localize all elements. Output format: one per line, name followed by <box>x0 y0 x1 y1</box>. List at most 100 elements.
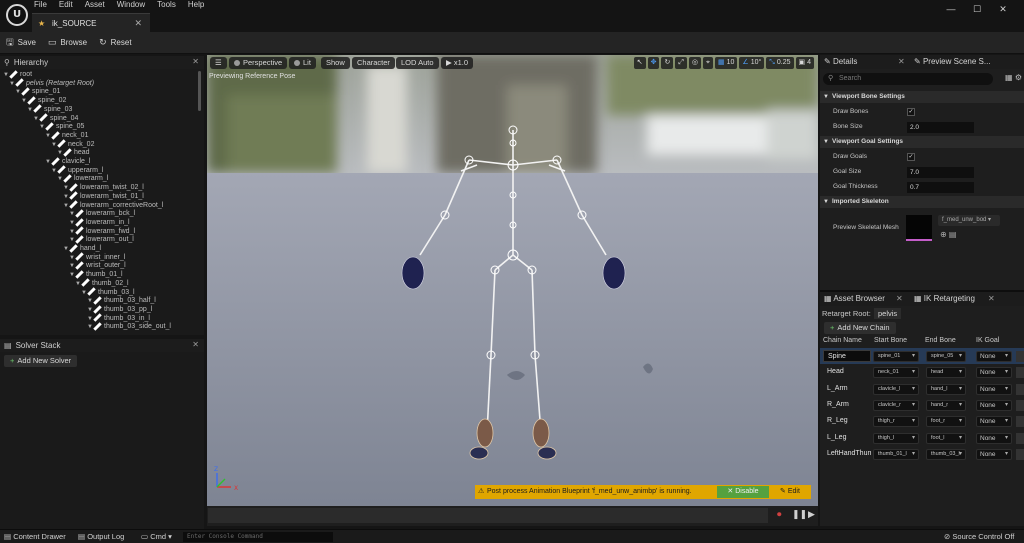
hierarchy-bone-row[interactable]: ▼ spine_01 <box>15 87 60 96</box>
menu-asset[interactable]: Asset <box>85 0 105 10</box>
camera-speed-button[interactable]: ▣ 4 <box>795 57 814 69</box>
hierarchy-bone-row[interactable]: ▼ lowerarm_out_l <box>69 235 134 244</box>
start-bone-dropdown[interactable]: thigh_l ▾ <box>873 432 919 444</box>
rotation-snap-button[interactable]: ∠ 10° <box>739 57 765 69</box>
chain-row[interactable]: Spine spine_01 ▾ spine_05 ▾ None ▾ <box>820 348 1024 364</box>
expand-arrow-icon[interactable]: ▼ <box>33 115 39 123</box>
chain-row-options-button[interactable] <box>1016 448 1024 460</box>
close-asset-browser-icon[interactable]: ✕ <box>896 292 903 306</box>
hierarchy-bone-row[interactable]: ▼ root <box>3 69 32 79</box>
hierarchy-bone-row[interactable]: ▼ lowerarm_bck_l <box>69 209 135 218</box>
chain-row[interactable]: LeftHandThumbthumb_01_l▾thumb_03_l▾None▾ <box>820 446 1024 462</box>
expand-arrow-icon[interactable]: ▼ <box>69 236 75 244</box>
cmd-button[interactable]: ▭ Cmd ▾ <box>141 532 172 541</box>
hierarchy-bone-row[interactable]: ▼ spine_04 <box>33 113 78 123</box>
close-tab-icon[interactable]: ✕ <box>134 18 142 29</box>
bone-size-input[interactable]: 2.0 <box>907 122 974 133</box>
hierarchy-bone-row[interactable]: ▼ pelvis (Retarget Root) <box>9 78 94 88</box>
start-bone-dropdown[interactable]: neck_01 ▾ <box>873 367 919 379</box>
chain-row[interactable]: R_Arm clavicle_r ▾ hand_r ▾ None ▾ <box>820 397 1024 413</box>
ik-goal-dropdown[interactable]: None ▾ <box>976 448 1012 460</box>
hierarchy-bone-row[interactable]: ▼ thumb_03_side_out_l <box>87 322 171 331</box>
chain-row-options-button[interactable] <box>1016 399 1024 411</box>
grid-snap-button[interactable]: ▦ 10 <box>714 57 738 69</box>
hierarchy-bone-row[interactable]: ▼ wrist_inner_l <box>69 252 125 262</box>
expand-arrow-icon[interactable]: ▼ <box>69 210 75 218</box>
goal-size-input[interactable]: 7.0 <box>907 167 974 178</box>
lod-button[interactable]: LOD Auto <box>396 57 439 69</box>
tab-ik-retargeting[interactable]: ▦ IK Retargeting <box>914 292 975 306</box>
hierarchy-bone-row[interactable]: ▼ lowerarm_correctiveRoot_l <box>63 200 163 210</box>
goal-thickness-input[interactable]: 0.7 <box>907 182 974 193</box>
solver-stack-header[interactable]: ▤ Solver Stack ✕ <box>0 339 204 352</box>
hierarchy-bone-row[interactable]: ▼ lowerarm_fwd_l <box>69 226 135 236</box>
chain-name-field[interactable]: L_Arm <box>823 383 871 395</box>
chain-row[interactable]: L_Arm clavicle_l ▾ hand_l ▾ None ▾ <box>820 381 1024 397</box>
start-bone-dropdown[interactable]: spine_01 ▾ <box>873 351 919 362</box>
start-bone-dropdown[interactable]: thumb_01_l ▾ <box>873 448 919 460</box>
chain-row-options-button[interactable] <box>1016 383 1024 395</box>
expand-arrow-icon[interactable]: ▼ <box>51 167 57 175</box>
hierarchy-bone-row[interactable]: ▼ spine_05 <box>39 122 84 131</box>
hierarchy-bone-row[interactable]: ▼ thumb_03_in_l <box>87 313 150 323</box>
tab-asset-browser[interactable]: ▦ Asset Browser <box>824 292 885 306</box>
viewport-menu-button[interactable]: ☰ <box>210 57 227 69</box>
menu-edit[interactable]: Edit <box>59 0 73 10</box>
surface-snap-icon[interactable]: ⌖ <box>703 57 713 69</box>
viewport[interactable]: X Z ☰ Perspective Lit Show Character LOD… <box>207 55 818 506</box>
details-search-input[interactable]: ⚲ Search <box>823 73 993 85</box>
ik-goal-dropdown[interactable]: None ▾ <box>976 416 1012 428</box>
maximize-button[interactable]: ☐ <box>964 2 990 16</box>
start-bone-dropdown[interactable]: thigh_r ▾ <box>873 416 919 428</box>
disable-button[interactable]: ✕ Disable <box>717 486 769 498</box>
unreal-logo-icon[interactable]: U <box>6 4 28 26</box>
expand-arrow-icon[interactable]: ▼ <box>45 158 51 166</box>
expand-arrow-icon[interactable]: ▼ <box>87 306 93 314</box>
expand-arrow-icon[interactable]: ▼ <box>69 219 75 227</box>
play-forward-icon[interactable]: ▶ <box>808 509 815 520</box>
browse-button[interactable]: ▭ Browse <box>48 37 87 48</box>
lit-button[interactable]: Lit <box>289 57 316 69</box>
chain-row-options-button[interactable] <box>1016 432 1024 444</box>
hierarchy-bone-row[interactable]: ▼ thumb_01_l <box>69 270 123 279</box>
expand-arrow-icon[interactable]: ▼ <box>87 315 93 323</box>
viewport-goal-settings-header[interactable]: ▼ Viewport Goal Settings <box>820 136 1024 148</box>
ik-goal-dropdown[interactable]: None ▾ <box>976 367 1012 379</box>
hierarchy-bone-row[interactable]: ▼ thumb_02_l <box>75 278 129 288</box>
expand-arrow-icon[interactable]: ▼ <box>21 97 27 105</box>
chain-row[interactable]: L_Leg thigh_l ▾ foot_l ▾ None ▾ <box>820 430 1024 446</box>
tab-details[interactable]: ✎ Details <box>824 55 857 69</box>
save-button[interactable]: 🖫 Save <box>6 35 36 51</box>
character-button[interactable]: Character <box>352 57 395 69</box>
rotate-mode-icon[interactable]: ↻ <box>661 57 674 69</box>
start-bone-dropdown[interactable]: clavicle_r ▾ <box>873 399 919 411</box>
end-bone-dropdown[interactable]: spine_05 ▾ <box>926 351 966 362</box>
expand-arrow-icon[interactable]: ▼ <box>39 123 45 131</box>
end-bone-dropdown[interactable]: foot_r ▾ <box>926 416 966 428</box>
add-new-solver-button[interactable]: + Add New Solver <box>4 355 78 367</box>
retarget-root-value[interactable]: pelvis <box>874 308 902 319</box>
chain-row[interactable]: Head neck_01 ▾ head ▾ None ▾ <box>820 364 1024 380</box>
add-new-chain-button[interactable]: + Add New Chain <box>824 322 896 334</box>
expand-arrow-icon[interactable]: ▼ <box>51 141 57 149</box>
chain-name-field[interactable]: R_Leg <box>823 415 871 427</box>
hierarchy-bone-row[interactable]: ▼ spine_03 <box>27 104 72 114</box>
hierarchy-bone-row[interactable]: ▼ thumb_03_l <box>81 287 135 297</box>
chain-row[interactable]: R_Leg thigh_r ▾ foot_r ▾ None ▾ <box>820 413 1024 429</box>
chain-name-field[interactable]: Head <box>823 366 871 378</box>
mesh-thumbnail[interactable] <box>906 215 932 241</box>
tab-preview-scene[interactable]: ✎ Preview Scene S... <box>914 55 991 69</box>
draw-goals-checkbox[interactable]: ✓ <box>907 153 915 161</box>
reset-button[interactable]: ↻ Reset <box>99 37 131 48</box>
chain-row-options-button[interactable] <box>1016 351 1024 362</box>
close-window-button[interactable]: ✕ <box>990 2 1016 16</box>
start-bone-dropdown[interactable]: clavicle_l ▾ <box>873 383 919 395</box>
source-control-button[interactable]: ⊘ Source Control Off <box>944 532 1014 541</box>
expand-arrow-icon[interactable]: ▼ <box>63 184 69 192</box>
close-ik-retargeting-icon[interactable]: ✕ <box>988 292 995 306</box>
playback-speed-button[interactable]: ▶ x1.0 <box>441 57 474 69</box>
console-command-input[interactable]: Enter Console Command <box>183 532 333 542</box>
record-icon[interactable]: ⏺ <box>777 509 782 520</box>
select-mode-icon[interactable]: ↖ <box>633 57 646 69</box>
hierarchy-bone-row[interactable]: ▼ wrist_outer_l <box>69 261 126 270</box>
